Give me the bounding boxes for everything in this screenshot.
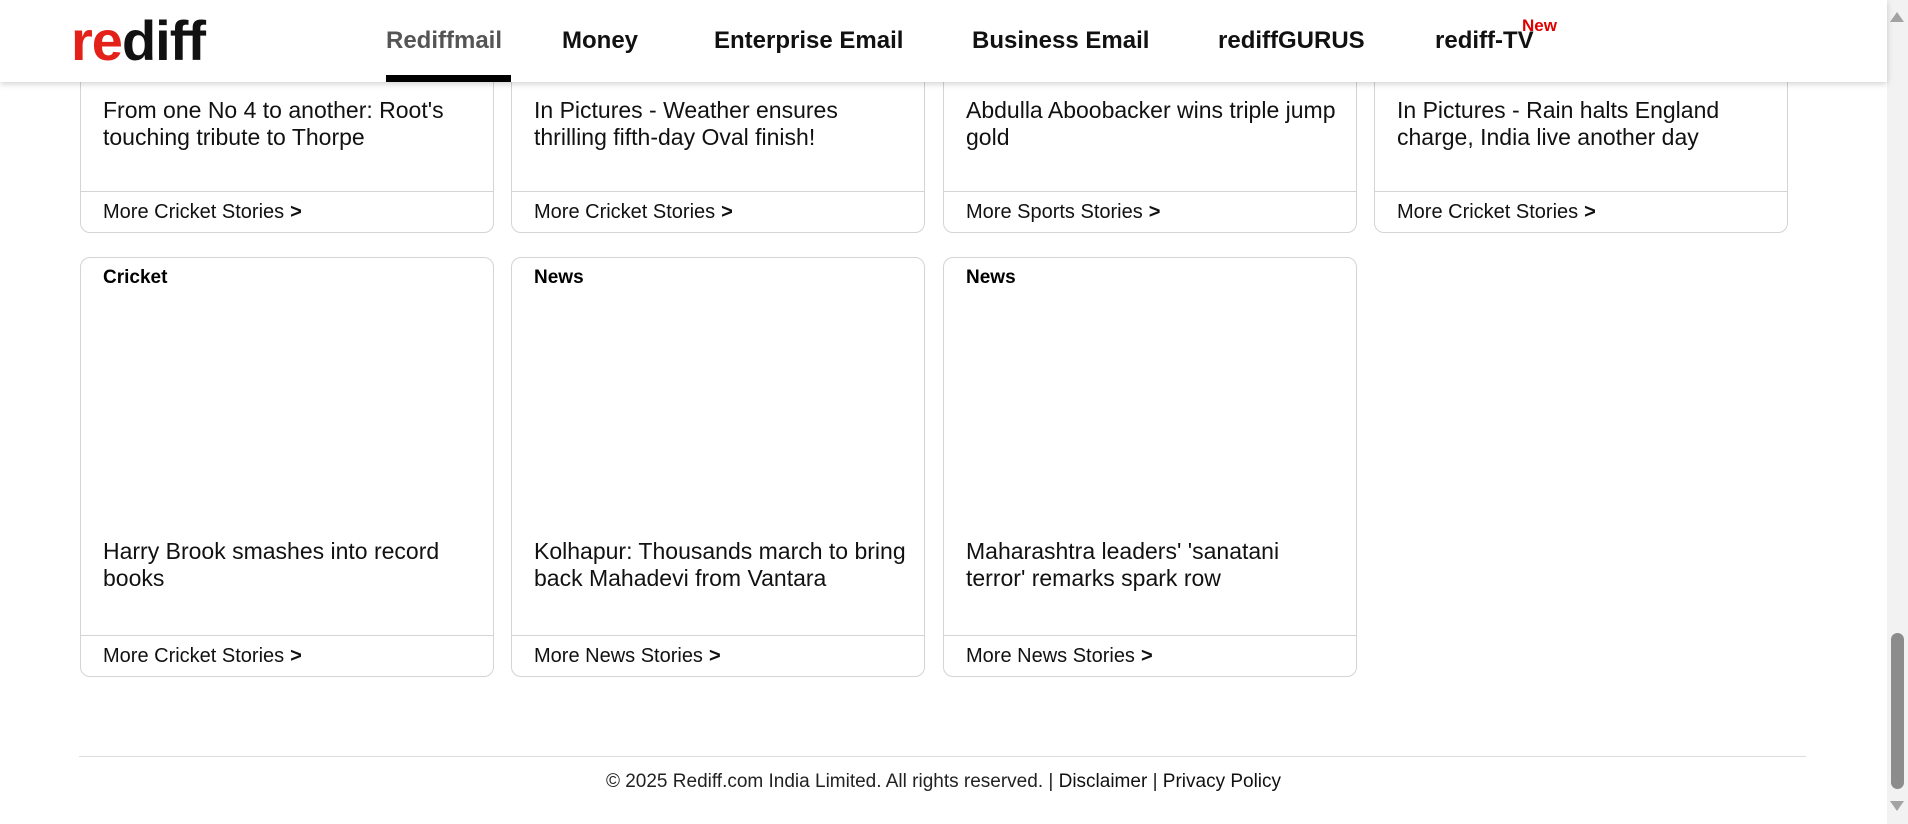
- copyright-bar: © 2025 Rediff.com India Limited. All rig…: [0, 771, 1887, 793]
- nav-rediffmail-label: Rediffmail: [386, 27, 503, 54]
- nav-enterprise-email-label: Enterprise Email: [714, 27, 904, 54]
- more-stories-link[interactable]: More Cricket Stories >: [81, 635, 493, 676]
- more-stories-label: More Cricket Stories: [103, 200, 285, 223]
- category-label: News: [534, 267, 584, 288]
- nav-business-email[interactable]: Business Email: [972, 0, 1149, 82]
- top-header: rediff Rediffmail Money Enterprise Email…: [0, 0, 1887, 82]
- story-headline[interactable]: In Pictures - Weather ensures thrilling …: [534, 97, 906, 151]
- nav-money-label: Money: [562, 27, 639, 54]
- more-stories-link[interactable]: More News Stories >: [944, 635, 1356, 676]
- category-label: News: [966, 267, 1016, 288]
- more-stories-label: More Cricket Stories: [1397, 200, 1579, 223]
- nav-rediffmail[interactable]: Rediffmail: [386, 0, 511, 82]
- chevron-right-icon: >: [1140, 644, 1153, 667]
- nav-rediffgurus-label: rediffGURUS: [1218, 27, 1365, 54]
- chevron-right-icon: >: [290, 200, 302, 223]
- more-stories-link[interactable]: More Sports Stories >: [944, 191, 1356, 232]
- more-stories-label: More Cricket Stories: [103, 644, 285, 667]
- chevron-right-icon: >: [708, 644, 721, 667]
- nav-rediffgurus[interactable]: rediffGURUS: [1218, 0, 1365, 82]
- nav-business-email-label: Business Email: [972, 27, 1150, 54]
- more-stories-link[interactable]: More Cricket Stories >: [512, 191, 924, 232]
- footer-separator: |: [1152, 771, 1158, 792]
- scroll-up-arrow-icon[interactable]: [1890, 12, 1904, 22]
- nav-enterprise-email[interactable]: Enterprise Email: [714, 0, 903, 82]
- more-stories-label: More News Stories: [534, 644, 703, 667]
- scroll-down-arrow-icon[interactable]: [1890, 801, 1904, 811]
- chevron-right-icon: >: [1148, 200, 1161, 223]
- category-label: Cricket: [103, 267, 168, 288]
- chevron-right-icon: >: [1584, 200, 1596, 223]
- main-nav: Rediffmail Money Enterprise Email Busine…: [386, 0, 1557, 82]
- story-card[interactable]: From one No 4 to another: Root's touchin…: [80, 60, 494, 233]
- more-stories-link[interactable]: More Cricket Stories >: [81, 191, 493, 232]
- more-stories-link[interactable]: More News Stories >: [512, 635, 924, 676]
- chevron-right-icon: >: [721, 200, 733, 223]
- footer-divider: [79, 756, 1806, 757]
- more-stories-label: More News Stories: [966, 644, 1135, 667]
- story-card[interactable]: Abdulla Aboobacker wins triple jump gold…: [943, 60, 1357, 233]
- story-headline[interactable]: Abdulla Aboobacker wins triple jump gold: [966, 97, 1338, 151]
- rediff-logo-graphic: rediff: [71, 9, 207, 72]
- story-headline[interactable]: In Pictures - Rain halts England charge,…: [1397, 97, 1769, 151]
- more-stories-link[interactable]: More Cricket Stories >: [1375, 191, 1787, 232]
- story-card[interactable]: In Pictures - Weather ensures thrilling …: [511, 60, 925, 233]
- svg-text:rediff: rediff: [71, 10, 206, 68]
- nav-money[interactable]: Money: [562, 0, 638, 82]
- footer-separator: |: [1048, 771, 1054, 792]
- story-card[interactable]: News Maharashtra leaders' 'sanatani terr…: [943, 257, 1357, 677]
- story-card[interactable]: Cricket Harry Brook smashes into record …: [80, 257, 494, 677]
- story-card[interactable]: In Pictures - Rain halts England charge,…: [1374, 60, 1788, 233]
- nav-rediff-tv[interactable]: rediff-TV New: [1435, 0, 1557, 82]
- vertical-scrollbar[interactable]: [1887, 0, 1908, 824]
- disclaimer-link[interactable]: Disclaimer: [1059, 771, 1148, 792]
- more-stories-label: More Cricket Stories: [534, 200, 716, 223]
- scrollbar-thumb[interactable]: [1891, 633, 1904, 789]
- more-stories-label: More Sports Stories: [966, 200, 1143, 223]
- new-badge: New: [1522, 16, 1557, 35]
- story-card[interactable]: News Kolhapur: Thousands march to bring …: [511, 257, 925, 677]
- story-headline[interactable]: From one No 4 to another: Root's touchin…: [103, 97, 475, 151]
- story-headline[interactable]: Maharashtra leaders' 'sanatani terror' r…: [966, 538, 1338, 592]
- story-headline[interactable]: Harry Brook smashes into record books: [103, 538, 475, 592]
- rediff-logo[interactable]: rediff: [71, 9, 241, 72]
- privacy-policy-link[interactable]: Privacy Policy: [1163, 771, 1281, 792]
- chevron-right-icon: >: [290, 644, 302, 667]
- copyright-text: © 2025 Rediff.com India Limited. All rig…: [605, 771, 1044, 792]
- nav-rediff-tv-label: rediff-TV: [1435, 27, 1534, 54]
- story-headline[interactable]: Kolhapur: Thousands march to bring back …: [534, 538, 906, 592]
